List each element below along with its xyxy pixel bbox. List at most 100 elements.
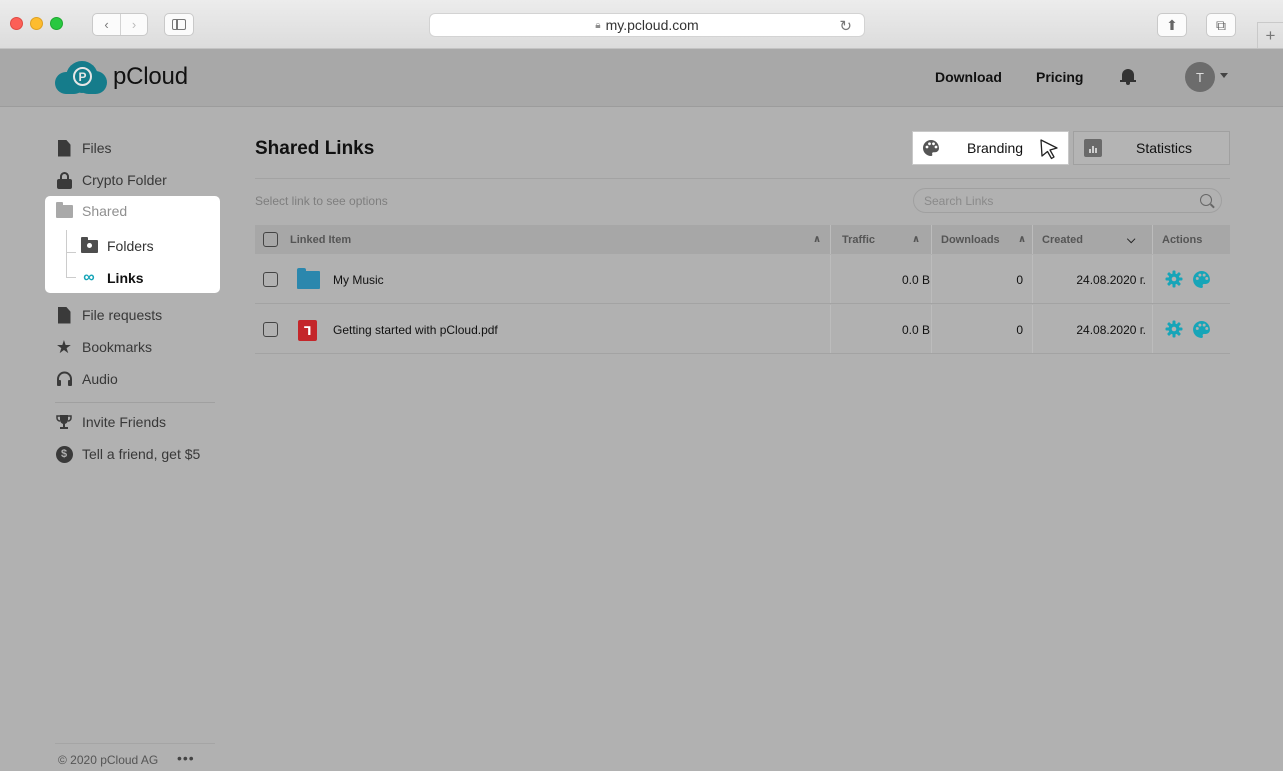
gear-icon[interactable]: [1165, 320, 1183, 338]
history-nav: ‹ ›: [92, 13, 148, 36]
sort-up-icon[interactable]: ∧: [813, 234, 821, 245]
shared-section: Shared Folders ∞ Links: [45, 196, 220, 293]
sidebar-item-label: Links: [107, 270, 144, 286]
sidebar-item-links[interactable]: ∞ Links: [80, 266, 144, 290]
item-traffic: 0.0 B: [901, 322, 930, 337]
forward-button[interactable]: ›: [120, 14, 147, 35]
sidebar-item-label: Crypto Folder: [82, 172, 167, 188]
notifications-bell-icon[interactable]: [1120, 67, 1136, 85]
pcloud-logo[interactable]: P pCloud: [55, 59, 188, 95]
page-title: Shared Links: [255, 138, 375, 159]
branding-label: Branding: [967, 140, 1024, 156]
column-downloads[interactable]: Downloads: [941, 225, 1000, 254]
sidebar-item-file-requests[interactable]: File requests: [55, 303, 162, 327]
link-icon: ∞: [83, 269, 95, 286]
sidebar: Files Crypto Folder Shared Folders ∞ Lin…: [0, 108, 230, 771]
search-input[interactable]: [924, 193, 1184, 208]
palette-icon: [923, 140, 939, 156]
sidebar-item-crypto-folder[interactable]: Crypto Folder: [55, 168, 167, 192]
pricing-link[interactable]: Pricing: [1036, 69, 1083, 85]
sort-up-icon[interactable]: ∧: [912, 234, 920, 245]
sidebar-item-label: Tell a friend, get $5: [82, 446, 201, 462]
tree-line: [66, 230, 67, 277]
sidebar-item-bookmarks[interactable]: ★ Bookmarks: [55, 335, 152, 359]
row-checkbox[interactable]: [263, 272, 278, 287]
table-header: Linked Item ∧ Traffic ∧ Downloads ∧ Crea…: [255, 225, 1230, 254]
lock-icon: [55, 171, 73, 189]
item-traffic: 0.0 B: [901, 272, 930, 287]
toggle-sidebar-button[interactable]: [164, 13, 194, 36]
trophy-icon: [55, 413, 73, 431]
zoom-window-button[interactable]: [50, 17, 63, 30]
url-text: my.pcloud.com: [605, 17, 699, 33]
item-created: 24.08.2020 г.: [1076, 272, 1146, 287]
headphones-icon: [55, 370, 73, 388]
table-row[interactable]: My Music 0.0 B 0 24.08.2020 г.: [255, 255, 1230, 304]
mouse-cursor-icon: [1040, 139, 1058, 160]
show-tabs-button[interactable]: ⧉: [1206, 13, 1236, 37]
tabs-icon: ⧉: [1216, 16, 1226, 33]
address-bar[interactable]: 🔒︎ my.pcloud.com ↻: [429, 13, 865, 37]
item-name: My Music: [333, 272, 384, 287]
item-name: Getting started with pCloud.pdf: [333, 322, 498, 337]
cloud-logo-icon: P: [55, 59, 109, 95]
lock-icon: 🔒︎: [595, 19, 601, 31]
file-icon: [55, 139, 73, 157]
user-folder-icon: [80, 236, 98, 255]
sidebar-item-label: Shared: [82, 203, 128, 219]
sort-down-icon[interactable]: ⌵: [1127, 234, 1135, 247]
sidebar-item-invite-friends[interactable]: Invite Friends: [55, 410, 166, 434]
back-button[interactable]: ‹: [93, 14, 120, 35]
statistics-button[interactable]: Statistics: [1073, 131, 1230, 165]
select-all-checkbox[interactable]: [263, 225, 278, 254]
browser-toolbar: ‹ › 🔒︎ my.pcloud.com ↻ ⬆︎ ⧉ +: [0, 0, 1283, 49]
gear-icon[interactable]: [1165, 270, 1183, 288]
divider: [255, 178, 1230, 179]
sidebar-item-label: Bookmarks: [82, 339, 153, 355]
folder-icon: [297, 268, 320, 289]
dollar-icon: $: [55, 445, 73, 463]
statistics-label: Statistics: [1136, 140, 1193, 156]
sidebar-item-tell-a-friend[interactable]: $ Tell a friend, get $5: [55, 442, 200, 466]
item-downloads: 0: [1016, 272, 1023, 287]
search-icon[interactable]: [1200, 194, 1212, 206]
sidebar-item-label: File requests: [82, 307, 163, 323]
share-button[interactable]: ⬆︎: [1157, 13, 1187, 37]
item-downloads: 0: [1016, 322, 1023, 337]
app-header: P pCloud Download Pricing T: [0, 49, 1283, 107]
sidebar-item-audio[interactable]: Audio: [55, 367, 118, 391]
shared-folder-icon: [55, 201, 73, 220]
tree-line: [66, 252, 76, 253]
column-created[interactable]: Created: [1042, 225, 1083, 254]
palette-icon[interactable]: [1192, 320, 1211, 339]
sort-up-icon[interactable]: ∧: [1018, 234, 1026, 245]
reload-icon[interactable]: ↻: [839, 17, 852, 35]
table-row[interactable]: ⅂ Getting started with pCloud.pdf 0.0 B …: [255, 305, 1230, 354]
chevron-down-icon[interactable]: [1220, 73, 1228, 78]
minimize-window-button[interactable]: [30, 17, 43, 30]
row-checkbox[interactable]: [263, 322, 278, 337]
footer-divider: [55, 743, 215, 744]
new-tab-button[interactable]: +: [1257, 22, 1283, 48]
download-link[interactable]: Download: [935, 69, 1002, 85]
sidebar-item-folders[interactable]: Folders: [80, 234, 154, 258]
item-created: 24.08.2020 г.: [1076, 322, 1146, 337]
sidebar-item-shared[interactable]: Shared: [55, 199, 127, 223]
close-window-button[interactable]: [10, 17, 23, 30]
sidebar-item-label: Folders: [107, 238, 154, 254]
user-avatar[interactable]: T: [1185, 62, 1215, 92]
sidebar-divider: [55, 402, 215, 403]
palette-icon[interactable]: [1192, 270, 1211, 289]
select-hint: Select link to see options: [255, 194, 388, 208]
sidebar-item-files[interactable]: Files: [55, 136, 112, 160]
column-linked-item[interactable]: Linked Item: [290, 225, 351, 254]
file-request-icon: [55, 306, 73, 324]
chevron-right-icon: ›: [131, 17, 137, 32]
sidebar-icon: [172, 19, 186, 30]
pdf-icon: ⅂: [298, 320, 317, 341]
logo-text: pCloud: [113, 63, 188, 90]
more-options-icon[interactable]: •••: [177, 750, 195, 766]
share-icon: ⬆︎: [1166, 16, 1178, 33]
bar-chart-icon: [1084, 139, 1102, 157]
column-traffic[interactable]: Traffic: [842, 225, 875, 254]
